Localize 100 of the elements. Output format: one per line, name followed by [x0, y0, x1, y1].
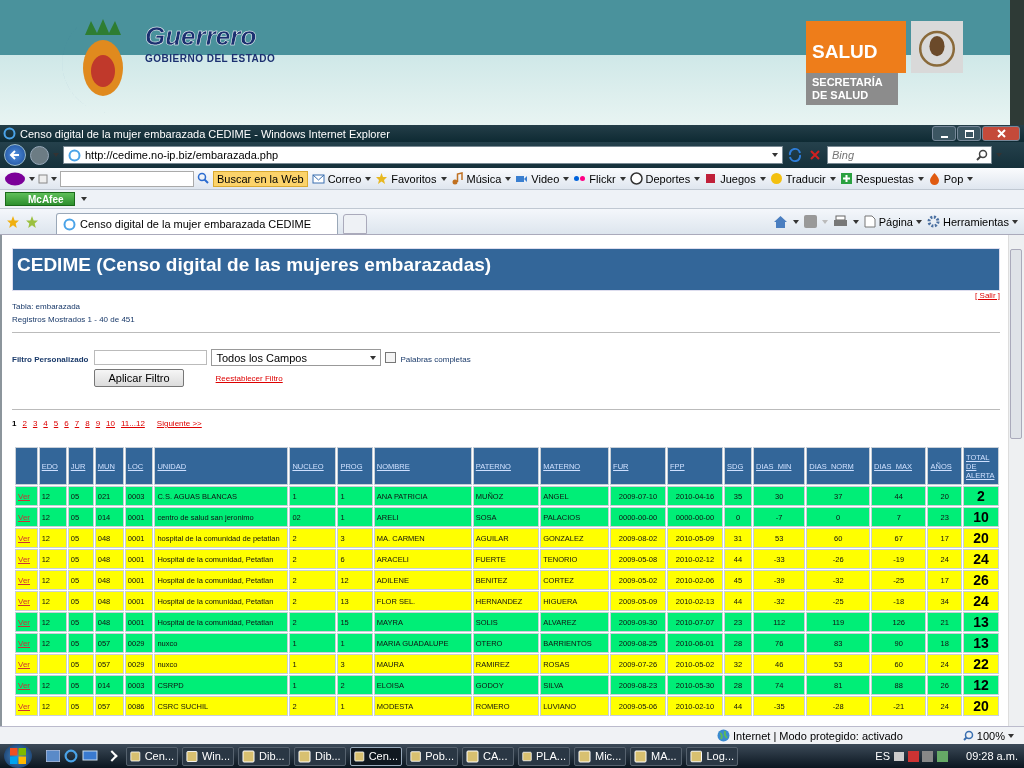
taskbar-button[interactable]: PLA... — [518, 746, 570, 766]
caret-icon[interactable] — [829, 176, 836, 181]
taskbar-button[interactable]: Dib... — [294, 746, 346, 766]
back-button[interactable] — [4, 144, 26, 166]
monitor-icon[interactable] — [82, 750, 98, 762]
taskbar-button[interactable]: Dib... — [238, 746, 290, 766]
state-subtitle: GOBIERNO DEL ESTADO — [145, 52, 276, 64]
taskbar-button[interactable]: Mic... — [574, 746, 626, 766]
caret-icon[interactable] — [772, 153, 778, 157]
caret-icon[interactable] — [852, 219, 859, 224]
page-link[interactable]: 3 — [32, 419, 38, 428]
page-link[interactable]: 11...12 — [121, 419, 145, 428]
window-title: Censo digital de la mujer embarazada CEDIME - Windows Internet Explorer — [20, 127, 390, 140]
window-icon — [522, 749, 533, 763]
globe-icon — [717, 729, 731, 742]
start-button[interactable] — [4, 744, 32, 768]
search-button[interactable]: Buscar en la Web — [213, 170, 308, 187]
window-icon — [186, 749, 198, 763]
address-field[interactable]: http://cedime.no-ip.biz/embarazada.php — [63, 146, 783, 164]
browser-tab[interactable]: Censo digital de la mujer embarazada CEDIME — [56, 213, 339, 234]
caret-icon[interactable] — [759, 176, 766, 181]
search-icon[interactable] — [976, 149, 988, 161]
command-menu[interactable]: Página — [863, 215, 922, 228]
alert-total: 24 — [963, 591, 999, 611]
caret-icon[interactable] — [792, 219, 799, 224]
page-link[interactable]: 8 — [85, 419, 90, 428]
caret-icon[interactable] — [694, 176, 701, 181]
taskbar-button[interactable]: Log... — [686, 746, 738, 766]
page-link[interactable]: 10 — [106, 419, 115, 428]
zoom-control[interactable]: 100% — [962, 729, 1014, 742]
logo-icon[interactable] — [4, 171, 26, 186]
caret-icon[interactable] — [917, 176, 924, 181]
toolbar-button[interactable]: Correo — [310, 172, 363, 185]
forward-button[interactable] — [30, 145, 49, 165]
toolbar-button[interactable]: Respuestas — [838, 172, 915, 185]
page-link[interactable]: 9 — [95, 419, 101, 428]
state-name: Guerrero — [145, 21, 258, 50]
whole-words-checkbox[interactable] — [385, 352, 397, 363]
toolbar-button[interactable]: Deportes — [628, 172, 692, 185]
close-button[interactable] — [982, 126, 1020, 141]
taskbar-button[interactable]: CA... — [462, 746, 514, 766]
search-field[interactable]: Bing — [827, 146, 992, 164]
reset-filter-link[interactable]: Reestablecer Filtro — [215, 373, 283, 383]
alert-total: 26 — [963, 570, 999, 590]
printer-icon[interactable] — [832, 215, 848, 228]
page-link[interactable]: 2 — [22, 419, 27, 428]
caret-icon[interactable] — [563, 176, 570, 181]
star-icon[interactable] — [6, 214, 20, 229]
alert-total: 10 — [963, 507, 999, 527]
window-icon — [130, 749, 141, 763]
logout-link[interactable]: [ Salir ] — [975, 291, 1000, 300]
scrollbar[interactable] — [1008, 235, 1024, 726]
window-icon — [354, 749, 365, 763]
alert-total: 20 — [963, 528, 999, 548]
search-field[interactable] — [60, 170, 194, 187]
taskbar-button[interactable]: Pob... — [406, 746, 458, 766]
toolbar-button[interactable]: Pop — [926, 172, 965, 185]
page-link[interactable]: 6 — [64, 419, 69, 428]
window-icon — [410, 749, 422, 763]
window-icon — [634, 749, 647, 763]
caret-icon[interactable] — [80, 197, 87, 201]
taskbar-button[interactable]: MA... — [630, 746, 682, 766]
search-icon[interactable] — [197, 172, 210, 185]
records-info: Registros Mostrados 1 - 40 de 451 — [12, 314, 136, 326]
home-icon[interactable] — [772, 214, 788, 229]
toolbar-button[interactable]: Música — [449, 172, 503, 185]
whole-words-label: Palabras completas — [400, 354, 471, 364]
page-link[interactable]: 7 — [74, 419, 80, 428]
caret-icon[interactable] — [505, 176, 512, 181]
mcafee-button[interactable]: McAfee — [5, 192, 75, 206]
page-link[interactable]: 1 — [12, 419, 17, 428]
language-indicator[interactable]: ES — [875, 750, 890, 762]
browser-icon[interactable] — [64, 749, 78, 763]
taskbar-button[interactable]: Cen... — [126, 746, 178, 766]
window-icon — [298, 749, 311, 763]
field-select[interactable]: Todos los Campos — [211, 349, 382, 366]
taskbar-button[interactable]: Win... — [182, 746, 234, 766]
caret-icon[interactable] — [440, 176, 447, 181]
page-link[interactable]: 4 — [43, 419, 48, 428]
apply-filter-button[interactable]: Aplicar Filtro — [94, 369, 184, 387]
caret-icon[interactable] — [619, 176, 626, 181]
windows-logo-icon — [9, 747, 27, 765]
alert-total: 24 — [963, 549, 999, 569]
maximize-button[interactable] — [957, 126, 981, 141]
toolbar-button[interactable]: Flickr — [572, 172, 617, 185]
toolbar-button[interactable]: Juegos — [703, 172, 757, 185]
page-link[interactable]: Siguiente >> — [156, 419, 202, 428]
page-icon — [63, 217, 76, 231]
alert-total: 12 — [963, 675, 999, 695]
refresh-icon[interactable] — [787, 147, 803, 163]
filter-field[interactable] — [94, 350, 208, 365]
toolbar-button[interactable]: Video — [514, 172, 561, 185]
minimize-button[interactable] — [932, 126, 956, 141]
caret-icon[interactable] — [365, 176, 372, 181]
caret-icon[interactable] — [967, 176, 974, 181]
page-link[interactable]: 5 — [53, 419, 59, 428]
command-menu[interactable]: Herramientas — [926, 215, 1018, 228]
toolbar-button[interactable]: Favoritos — [374, 172, 438, 185]
toolbar-button[interactable]: Traducir — [768, 172, 827, 185]
taskbar-button[interactable]: Cen... — [350, 746, 402, 766]
